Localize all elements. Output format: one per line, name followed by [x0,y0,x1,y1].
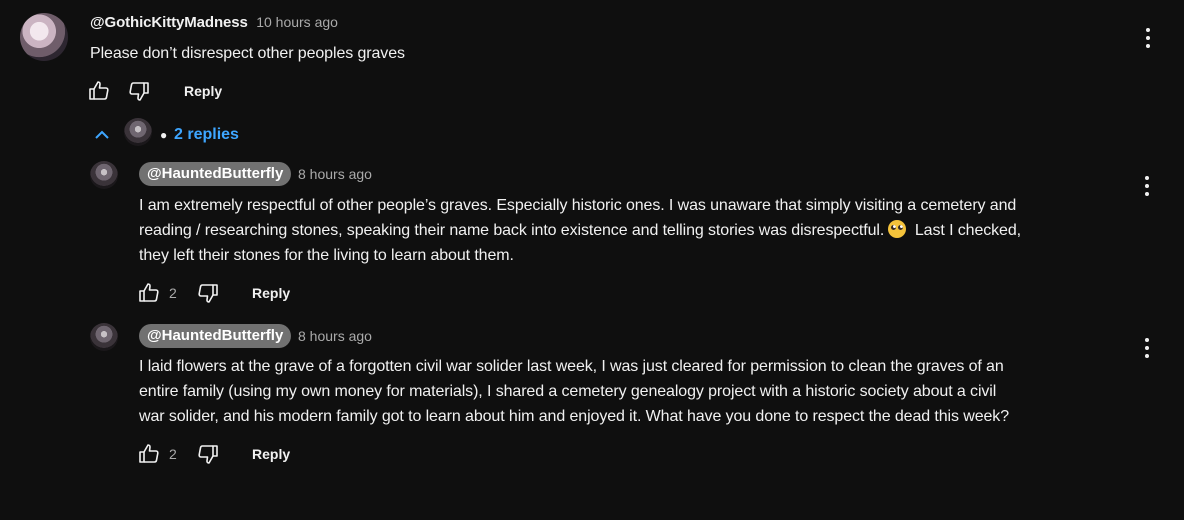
like-button[interactable] [136,441,162,467]
like-count: 2 [169,446,177,462]
reply-text-line: reading / researching stones, speaking t… [139,218,1021,243]
thumbs-down-icon [198,445,218,464]
reply-timestamp[interactable]: 8 hours ago [298,328,372,344]
reply-author-handle[interactable]: @HauntedButterfly [139,162,292,186]
comment-header: @GothicKittyMadness 10 hours ago [90,14,338,32]
replier-avatar [124,118,152,146]
avatar-hauntedbutterfly[interactable] [90,161,118,189]
reply-text-line: I laid flowers at the grave of a forgott… [139,358,1004,375]
dislike-button[interactable] [195,441,221,467]
avatar-hauntedbutterfly[interactable] [90,323,118,351]
dislike-button[interactable] [195,280,221,306]
reply-text: I laid flowers at the grave of a forgott… [139,354,1009,429]
reply-text-line: I am extremely respectful of other peopl… [139,197,1017,214]
reply-text-line: entire family (using my own money for ma… [139,383,997,400]
like-button[interactable] [86,78,112,104]
replies-toggle-button[interactable]: ● 2 replies [90,118,280,150]
more-vert-icon[interactable] [1145,28,1151,48]
reply-button[interactable]: Reply [184,83,222,99]
face-with-rolling-eyes-emoji [888,220,907,238]
dislike-button[interactable] [126,78,152,104]
reply-text-segment: reading / researching stones, speaking t… [139,222,885,239]
reply-button[interactable]: Reply [252,285,290,301]
reply-text-line: war solider, and his modern family got t… [139,408,1009,425]
more-vert-icon[interactable] [1144,176,1150,196]
thumbs-down-icon [198,284,218,303]
comment-text: Please don’t disrespect other peoples gr… [90,45,405,62]
thumbs-down-icon [129,82,149,101]
thumbs-up-icon [139,283,159,302]
reply-text-segment: Last I checked, [914,222,1021,239]
reply-button[interactable]: Reply [252,446,290,462]
thumbs-up-icon [139,444,159,463]
reply-author-handle[interactable]: @HauntedButterfly [139,324,292,348]
comment-timestamp[interactable]: 10 hours ago [256,14,338,30]
like-count: 2 [169,285,177,301]
reply-timestamp[interactable]: 8 hours ago [298,166,372,182]
more-vert-icon[interactable] [1144,338,1150,358]
reply-text: I am extremely respectful of other peopl… [139,193,1021,268]
like-button[interactable] [136,280,162,306]
comment-author-handle[interactable]: @GothicKittyMadness [90,14,248,31]
thumbs-up-icon [89,81,109,100]
reply-text-line: they left their stones for the living to… [139,247,514,264]
avatar-gothickittymadness[interactable] [20,13,68,61]
replies-count: 2 replies [174,126,239,143]
chevron-up-icon [95,130,109,139]
bullet-separator: ● [160,128,168,142]
